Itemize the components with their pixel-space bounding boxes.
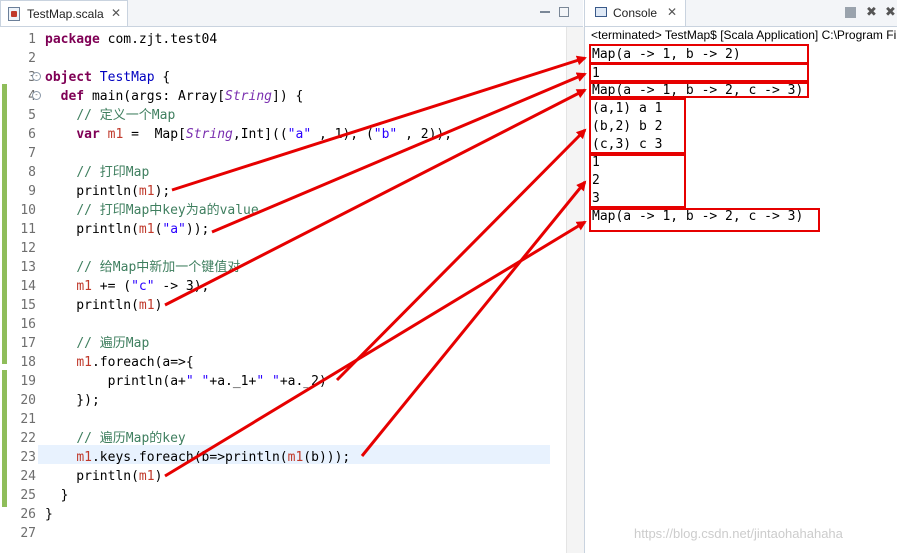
line-number: 9: [28, 184, 36, 199]
line-number: 11: [20, 222, 36, 237]
line-number: 27: [20, 526, 36, 541]
code-line[interactable]: println(m1): [45, 296, 162, 315]
line-number: 16: [20, 317, 36, 332]
line-number: 13: [20, 260, 36, 275]
code-line[interactable]: // 定义一个Map: [45, 106, 175, 125]
line-number: 5: [28, 108, 36, 123]
code-line[interactable]: m1.keys.foreach(b=>println(m1(b)));: [45, 448, 350, 467]
stop-icon[interactable]: [845, 7, 856, 18]
code-line[interactable]: println(m1("a"));: [45, 220, 209, 239]
editor-scrollbar[interactable]: [566, 27, 584, 553]
annotation-box: [589, 63, 809, 82]
console-tab-label: Console: [613, 6, 658, 20]
close-tab-icon[interactable]: ✕: [111, 6, 121, 20]
change-ruler: [0, 27, 7, 553]
annotation-box: [589, 154, 686, 208]
terminated-status: <terminated> TestMap$ [Scala Application…: [591, 28, 897, 42]
line-number: 19: [20, 374, 36, 389]
remove-all-icon[interactable]: ✖: [885, 6, 896, 19]
editor-tab-testmap[interactable]: TestMap.scala ✕: [0, 0, 128, 26]
line-number: 26: [20, 507, 36, 522]
code-line[interactable]: def main(args: Array[String]) {: [45, 87, 304, 106]
editor-tab-bar: TestMap.scala ✕: [0, 0, 583, 27]
fold-toggle-icon[interactable]: -: [32, 91, 41, 100]
annotation-box: [589, 44, 809, 64]
code-line[interactable]: var m1 = Map[String,Int](("a" , 1), ("b"…: [45, 125, 452, 144]
remove-launch-icon[interactable]: ✖: [866, 6, 877, 19]
code-line[interactable]: }: [45, 486, 69, 505]
maximize-editor-icon[interactable]: [559, 7, 569, 17]
line-number: 23: [20, 450, 36, 465]
line-number: 20: [20, 393, 36, 408]
code-line[interactable]: // 遍历Map: [45, 334, 149, 353]
fold-toggle-icon[interactable]: -: [32, 72, 41, 81]
line-number: 17: [20, 336, 36, 351]
code-line[interactable]: m1 += ("c" -> 3);: [45, 277, 209, 296]
code-line[interactable]: println(m1);: [45, 182, 170, 201]
line-number: 21: [20, 412, 36, 427]
line-number: 24: [20, 469, 36, 484]
watermark: https://blog.csdn.net/jintaohahahaha: [634, 526, 843, 541]
code-line[interactable]: package com.zjt.test04: [45, 30, 217, 49]
scala-file-icon: [8, 7, 20, 21]
line-number: 25: [20, 488, 36, 503]
line-number: 2: [28, 51, 36, 66]
code-line[interactable]: // 打印Map中key为a的value: [45, 201, 258, 220]
line-number: 15: [20, 298, 36, 313]
close-console-icon[interactable]: ✕: [667, 5, 677, 19]
annotation-box: [589, 82, 809, 98]
code-line[interactable]: // 遍历Map的key: [45, 429, 185, 448]
line-number: 22: [20, 431, 36, 446]
editor-tab-label: TestMap.scala: [27, 7, 104, 21]
line-number: 18: [20, 355, 36, 370]
code-line[interactable]: object TestMap {: [45, 68, 170, 87]
console-icon: [595, 7, 607, 17]
code-line[interactable]: println(m1): [45, 467, 162, 486]
code-line[interactable]: });: [45, 391, 100, 410]
code-line[interactable]: }: [45, 505, 53, 524]
annotation-box: [589, 98, 686, 154]
line-number: 8: [28, 165, 36, 180]
line-number: 14: [20, 279, 36, 294]
code-line[interactable]: m1.foreach(a=>{: [45, 353, 193, 372]
line-number: 7: [28, 146, 36, 161]
code-line[interactable]: // 给Map中新加一个键值对: [45, 258, 240, 277]
code-line[interactable]: // 打印Map: [45, 163, 149, 182]
code-editor[interactable]: 1234567891011121314151617181920212223242…: [0, 27, 584, 553]
line-number: 1: [28, 32, 36, 47]
console-tab-bar: Console ✕ ✖ ✖: [584, 0, 897, 27]
minimize-editor-icon[interactable]: [540, 7, 550, 13]
annotation-box: [589, 208, 820, 232]
code-line[interactable]: println(a+" "+a._1+" "+a._2): [45, 372, 327, 391]
line-number: 10: [20, 203, 36, 218]
line-number: 6: [28, 127, 36, 142]
line-number: 12: [20, 241, 36, 256]
console-tab[interactable]: Console ✕: [585, 0, 686, 26]
